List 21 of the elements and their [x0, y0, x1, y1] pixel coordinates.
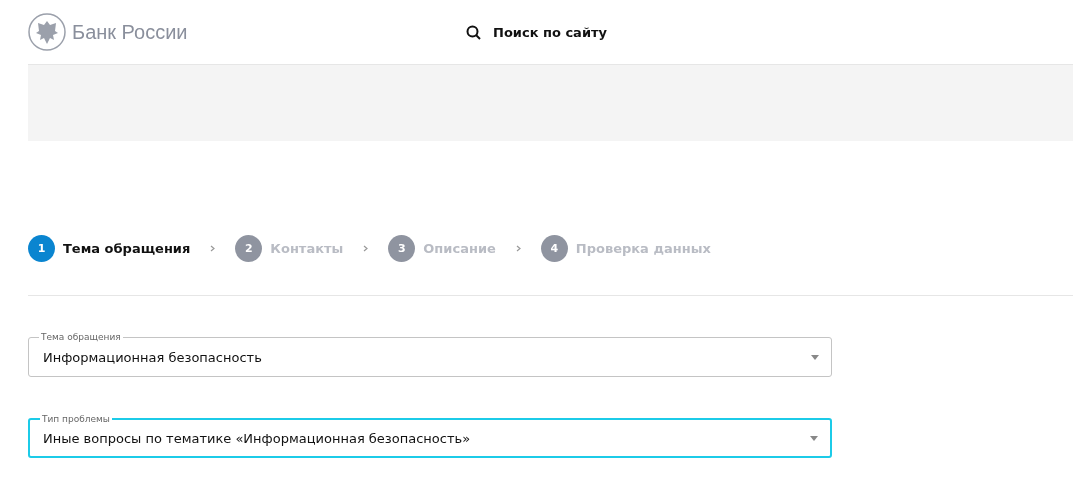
step-tab[interactable]: 1 Тема обращения	[28, 234, 191, 262]
search-link[interactable]: Поиск по сайту	[466, 24, 607, 40]
step-label: Контакты	[270, 240, 344, 256]
field-label: Тема обращения	[39, 331, 123, 343]
step-label: Проверка данных	[575, 240, 711, 256]
step-number: 1	[28, 234, 55, 262]
emblem-icon	[28, 13, 66, 51]
field-value: Информационная безопасность	[43, 349, 263, 365]
dropdown-caret-icon	[810, 435, 818, 441]
field-label: Тип проблемы	[40, 413, 112, 425]
dropdown-caret-icon	[811, 354, 819, 360]
chevron-icon	[515, 244, 521, 252]
chevron-icon	[363, 244, 369, 252]
chevron-icon	[210, 244, 216, 252]
step-label: Тема обращения	[63, 240, 191, 256]
field-value: Иные вопросы по тематике «Информационная безопасность»	[43, 430, 472, 446]
step-number: 3	[388, 234, 416, 262]
step-label: Описание	[423, 240, 496, 256]
search-icon	[466, 24, 481, 40]
step-number: 2	[235, 234, 263, 262]
step-number: 4	[540, 234, 568, 262]
